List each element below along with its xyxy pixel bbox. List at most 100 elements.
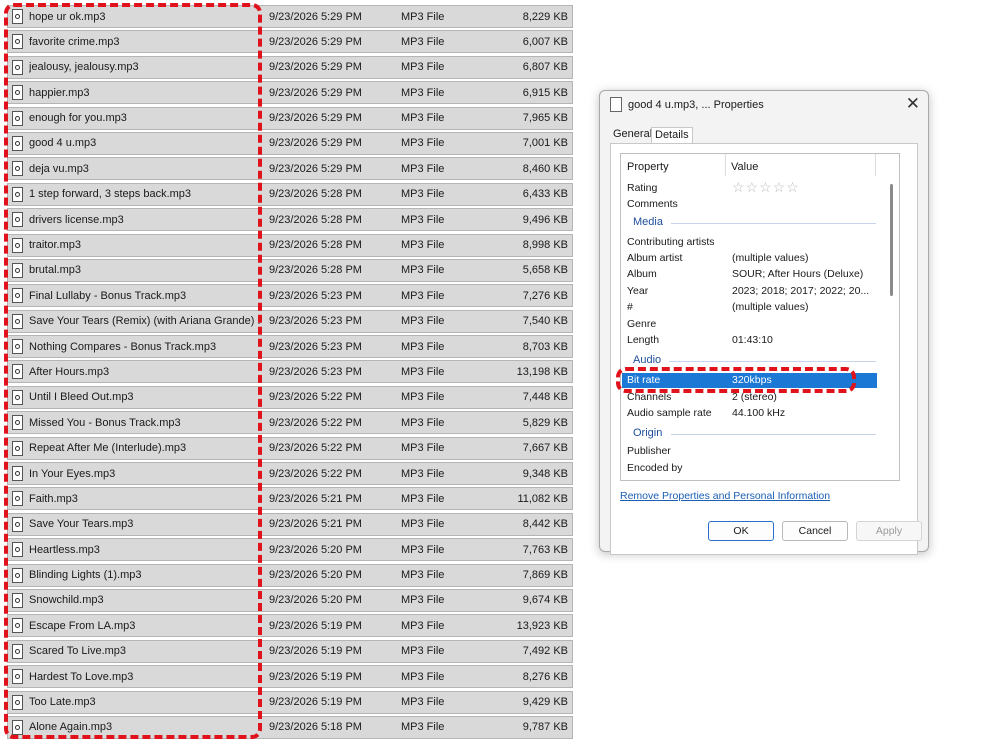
mp3-file-icon — [12, 618, 23, 634]
file-size: 11,082 KB — [517, 492, 568, 505]
file-date: 9/23/2026 5:19 PM — [269, 670, 362, 683]
file-row[interactable]: jealousy, jealousy.mp3 9/23/2026 5:29 PM M… — [7, 55, 573, 79]
file-row[interactable]: After Hours.mp3 9/23/2026 5:23 PM MP3 File… — [7, 360, 573, 384]
mp3-file-icon — [12, 466, 23, 482]
file-type: MP3 File — [401, 619, 445, 632]
column-header-property[interactable]: Property — [627, 161, 669, 173]
file-size: 5,829 KB — [522, 416, 568, 429]
file-date: 9/23/2026 5:23 PM — [269, 289, 362, 302]
file-row[interactable]: drivers license.mp3 9/23/2026 5:28 PM MP3 … — [7, 208, 573, 232]
property-year-value: 2023; 2018; 2017; 2022; 20... — [732, 285, 870, 297]
file-date: 9/23/2026 5:22 PM — [269, 467, 362, 480]
rating-stars[interactable]: ☆☆☆☆☆ — [732, 179, 800, 196]
file-row[interactable]: favorite crime.mp3 9/23/2026 5:29 PM MP3 F… — [7, 30, 573, 54]
column-header-value[interactable]: Value — [731, 161, 758, 173]
file-row[interactable]: Missed You - Bonus Track.mp3 9/23/2026 5:… — [7, 411, 573, 435]
file-row[interactable]: brutal.mp3 9/23/2026 5:28 PM MP3 File 5,658… — [7, 258, 573, 282]
file-name: drivers license.mp3 — [29, 213, 124, 226]
file-name: In Your Eyes.mp3 — [29, 467, 116, 480]
ok-button[interactable]: OK — [708, 521, 774, 541]
file-type: MP3 File — [401, 61, 445, 74]
file-row[interactable]: traitor.mp3 9/23/2026 5:28 PM MP3 File 8,99… — [7, 233, 573, 257]
file-row[interactable]: Final Lullaby - Bonus Track.mp3 9/23/2026… — [7, 284, 573, 308]
file-name: Heartless.mp3 — [29, 543, 100, 556]
file-row[interactable]: In Your Eyes.mp3 9/23/2026 5:22 PM MP3 Fil… — [7, 462, 573, 486]
file-size: 7,001 KB — [522, 137, 568, 150]
file-name: Until I Bleed Out.mp3 — [29, 391, 134, 404]
file-date: 9/23/2026 5:21 PM — [269, 518, 362, 531]
file-name: After Hours.mp3 — [29, 365, 110, 378]
file-row[interactable]: Too Late.mp3 9/23/2026 5:19 PM MP3 File 9,4… — [7, 690, 573, 714]
file-row[interactable]: Save Your Tears (Remix) (with Ariana Gra… — [7, 309, 573, 333]
mp3-file-icon — [12, 339, 23, 355]
file-size: 7,667 KB — [522, 442, 568, 455]
property-bit-rate-value: 320kbps — [732, 374, 772, 386]
property-row-bit-rate[interactable]: Bit rate 320kbps — [622, 373, 877, 388]
close-icon[interactable]: ✕ — [906, 94, 920, 114]
file-row[interactable]: good 4 u.mp3 9/23/2026 5:29 PM MP3 File 7,0… — [7, 131, 573, 155]
file-row[interactable]: Heartless.mp3 9/23/2026 5:20 PM MP3 File 7,… — [7, 538, 573, 562]
file-row[interactable]: Until I Bleed Out.mp3 9/23/2026 5:22 PM MP… — [7, 385, 573, 409]
file-size: 7,540 KB — [522, 315, 568, 328]
section-origin: Origin — [633, 427, 663, 439]
mp3-file-icon — [12, 694, 23, 710]
property-channels-value: 2 (stereo) — [732, 391, 777, 403]
file-type: MP3 File — [401, 340, 445, 353]
file-row[interactable]: Blinding Lights (1).mp3 9/23/2026 5:20 PM… — [7, 563, 573, 587]
file-row[interactable]: happier.mp3 9/23/2026 5:29 PM MP3 File 6,91… — [7, 81, 573, 105]
file-date: 9/23/2026 5:18 PM — [269, 721, 362, 734]
file-row[interactable]: Snowchild.mp3 9/23/2026 5:20 PM MP3 File 9,… — [7, 588, 573, 612]
file-type: MP3 File — [401, 696, 445, 709]
file-type: MP3 File — [401, 645, 445, 658]
file-row[interactable]: enough for you.mp3 9/23/2026 5:29 PM MP3 F… — [7, 106, 573, 130]
cancel-button[interactable]: Cancel — [782, 521, 848, 541]
mp3-file-icon — [12, 212, 23, 228]
file-type: MP3 File — [401, 213, 445, 226]
file-name: Final Lullaby - Bonus Track.mp3 — [29, 289, 187, 302]
file-row[interactable]: Save Your Tears.mp3 9/23/2026 5:21 PM MP3 … — [7, 512, 573, 536]
file-row[interactable]: Escape From LA.mp3 9/23/2026 5:19 PM MP3 F… — [7, 614, 573, 638]
file-date: 9/23/2026 5:19 PM — [269, 696, 362, 709]
file-type: MP3 File — [401, 239, 445, 252]
file-list: hope ur ok.mp3 9/23/2026 5:29 PM MP3 File 8… — [7, 5, 573, 741]
file-type: MP3 File — [401, 112, 445, 125]
tab-general[interactable]: General — [610, 127, 655, 141]
file-date: 9/23/2026 5:21 PM — [269, 492, 362, 505]
file-row[interactable]: Faith.mp3 9/23/2026 5:21 PM MP3 File 11,082… — [7, 487, 573, 511]
apply-button[interactable]: Apply — [856, 521, 922, 541]
file-name: 1 step forward, 3 steps back.mp3 — [29, 188, 192, 201]
file-type: MP3 File — [401, 518, 445, 531]
file-date: 9/23/2026 5:22 PM — [269, 391, 362, 404]
file-name: Blinding Lights (1).mp3 — [29, 569, 142, 582]
property-album-value: SOUR; After Hours (Deluxe) — [732, 268, 864, 280]
file-size: 6,007 KB — [522, 35, 568, 48]
property-sample-rate-value: 44.100 kHz — [732, 407, 786, 419]
file-row[interactable]: Alone Again.mp3 9/23/2026 5:18 PM MP3 File… — [7, 715, 573, 739]
file-name: Alone Again.mp3 — [29, 721, 113, 734]
file-row[interactable]: deja vu.mp3 9/23/2026 5:29 PM MP3 File 8,46… — [7, 157, 573, 181]
file-row[interactable]: Repeat After Me (Interlude).mp3 9/23/2026… — [7, 436, 573, 460]
column-divider — [725, 154, 726, 176]
file-name: enough for you.mp3 — [29, 112, 127, 125]
file-name: Repeat After Me (Interlude).mp3 — [29, 442, 187, 455]
file-row[interactable]: Scared To Live.mp3 9/23/2026 5:19 PM MP3 F… — [7, 639, 573, 663]
file-row[interactable]: Nothing Compares - Bonus Track.mp3 9/23/2… — [7, 335, 573, 359]
property-album-label: Album — [627, 268, 657, 280]
file-date: 9/23/2026 5:28 PM — [269, 188, 362, 201]
file-row[interactable]: 1 step forward, 3 steps back.mp3 9/23/202… — [7, 182, 573, 206]
file-type: MP3 File — [401, 188, 445, 201]
mp3-file-icon — [12, 313, 23, 329]
file-size: 8,229 KB — [522, 10, 568, 23]
file-date: 9/23/2026 5:22 PM — [269, 442, 362, 455]
property-length-value: 01:43:10 — [732, 334, 773, 346]
property-list[interactable]: Property Value Rating ☆☆☆☆☆ Comments Med… — [620, 153, 900, 481]
dialog-titlebar: good 4 u.mp3, ... Properties ✕ — [600, 91, 928, 119]
file-type: MP3 File — [401, 442, 445, 455]
file-row[interactable]: hope ur ok.mp3 9/23/2026 5:29 PM MP3 File 8… — [7, 5, 573, 28]
section-divider — [671, 223, 876, 224]
scrollbar[interactable] — [890, 184, 893, 296]
mp3-file-icon — [12, 237, 23, 253]
file-row[interactable]: Hardest To Love.mp3 9/23/2026 5:19 PM MP3 … — [7, 665, 573, 689]
remove-properties-link[interactable]: Remove Properties and Personal Informati… — [620, 490, 830, 502]
file-size: 9,787 KB — [522, 721, 568, 734]
